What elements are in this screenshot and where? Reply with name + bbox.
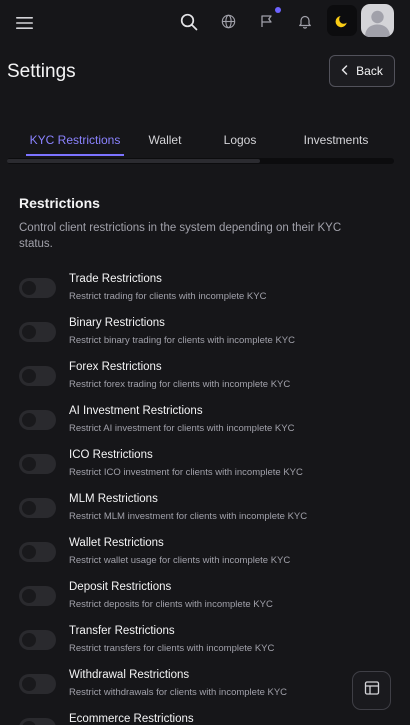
moon-icon[interactable]	[327, 5, 357, 36]
restriction-description: Restrict withdrawals for clients with in…	[69, 687, 288, 698]
forex-restrictions-toggle[interactable]	[19, 366, 56, 386]
layout-icon	[364, 680, 380, 701]
restriction-row-deposit: Deposit Restrictions Restrict deposits f…	[19, 581, 389, 621]
restriction-row-ico: ICO Restrictions Restrict ICO investment…	[19, 449, 389, 489]
search-icon[interactable]	[176, 9, 202, 35]
toggle-knob	[22, 457, 36, 471]
restriction-description: Restrict forex trading for clients with …	[69, 379, 291, 390]
ico-restrictions-toggle[interactable]	[19, 454, 56, 474]
restriction-title: Withdrawal Restrictions	[69, 669, 190, 681]
deposit-restrictions-toggle[interactable]	[19, 586, 56, 606]
restriction-row-transfer: Transfer Restrictions Restrict transfers…	[19, 625, 389, 665]
restriction-title: AI Investment Restrictions	[69, 405, 203, 417]
restriction-title: Deposit Restrictions	[69, 581, 172, 593]
restriction-row-ecommerce: Ecommerce Restrictions	[19, 713, 389, 725]
restriction-title: Forex Restrictions	[69, 361, 162, 373]
tabs-scrollbar-thumb[interactable]	[7, 159, 260, 163]
restriction-row-forex: Forex Restrictions Restrict forex tradin…	[19, 361, 389, 401]
restriction-description: Restrict binary trading for clients with…	[69, 335, 295, 346]
restriction-description: Restrict MLM investment for clients with…	[69, 511, 308, 522]
toggle-knob	[22, 677, 36, 691]
restriction-description: Restrict transfers for clients with inco…	[69, 643, 275, 654]
withdrawal-restrictions-toggle[interactable]	[19, 674, 56, 694]
settings-tabs: KYC Restrictions Wallet Logos Investment…	[7, 124, 394, 164]
toggle-knob	[22, 721, 36, 725]
restriction-row-wallet: Wallet Restrictions Restrict wallet usag…	[19, 537, 389, 577]
page-title: Settings	[7, 61, 76, 82]
mlm-restrictions-toggle[interactable]	[19, 498, 56, 518]
restriction-title: Binary Restrictions	[69, 317, 165, 329]
globe-icon[interactable]	[216, 9, 240, 33]
restriction-title: Trade Restrictions	[69, 273, 162, 285]
toggle-knob	[22, 413, 36, 427]
toggle-knob	[22, 501, 36, 515]
chevron-left-icon	[341, 64, 348, 78]
restriction-description: Restrict deposits for clients with incom…	[69, 599, 273, 610]
tab-wallet[interactable]: Wallet	[137, 124, 193, 156]
ecommerce-restrictions-toggle[interactable]	[19, 718, 56, 725]
restriction-row-binary: Binary Restrictions Restrict binary trad…	[19, 317, 389, 357]
active-tab-indicator	[26, 154, 124, 156]
toggle-knob	[22, 325, 36, 339]
top-bar	[0, 0, 410, 44]
transfer-restrictions-toggle[interactable]	[19, 630, 56, 650]
flag-icon[interactable]	[255, 9, 279, 33]
section-description: Control client restrictions in the syste…	[19, 222, 342, 250]
layout-toggle-button[interactable]	[352, 671, 391, 710]
ai-investment-restrictions-toggle[interactable]	[19, 410, 56, 430]
tab-logos[interactable]: Logos	[213, 124, 267, 156]
notification-dot	[275, 7, 281, 13]
restriction-title: Ecommerce Restrictions	[69, 713, 194, 725]
restriction-title: Wallet Restrictions	[69, 537, 164, 549]
binary-restrictions-toggle[interactable]	[19, 322, 56, 342]
restriction-description: Restrict AI investment for clients with …	[69, 423, 295, 434]
tab-investments[interactable]: Investments	[287, 124, 385, 156]
restriction-title: MLM Restrictions	[69, 493, 158, 505]
toggle-knob	[22, 545, 36, 559]
hamburger-icon[interactable]	[12, 10, 38, 36]
toggle-knob	[22, 633, 36, 647]
toggle-knob	[22, 589, 36, 603]
back-button-label: Back	[356, 64, 383, 78]
restriction-description: Restrict ICO investment for clients with…	[69, 467, 303, 478]
restriction-row-withdrawal: Withdrawal Restrictions Restrict withdra…	[19, 669, 389, 709]
tab-kyc-restrictions[interactable]: KYC Restrictions	[20, 124, 130, 156]
section-title: Restrictions	[19, 195, 100, 211]
bell-icon[interactable]	[293, 9, 317, 33]
restriction-description: Restrict wallet usage for clients with i…	[69, 555, 291, 566]
restriction-description: Restrict trading for clients with incomp…	[69, 291, 267, 302]
restriction-row-ai-investment: AI Investment Restrictions Restrict AI i…	[19, 405, 389, 445]
restriction-row-trade: Trade Restrictions Restrict trading for …	[19, 273, 389, 313]
trade-restrictions-toggle[interactable]	[19, 278, 56, 298]
toggle-knob	[22, 369, 36, 383]
user-avatar-icon[interactable]	[361, 4, 394, 37]
restriction-title: Transfer Restrictions	[69, 625, 175, 637]
restriction-row-mlm: MLM Restrictions Restrict MLM investment…	[19, 493, 389, 533]
back-button[interactable]: Back	[329, 55, 395, 87]
restriction-title: ICO Restrictions	[69, 449, 153, 461]
wallet-restrictions-toggle[interactable]	[19, 542, 56, 562]
toggle-knob	[22, 281, 36, 295]
